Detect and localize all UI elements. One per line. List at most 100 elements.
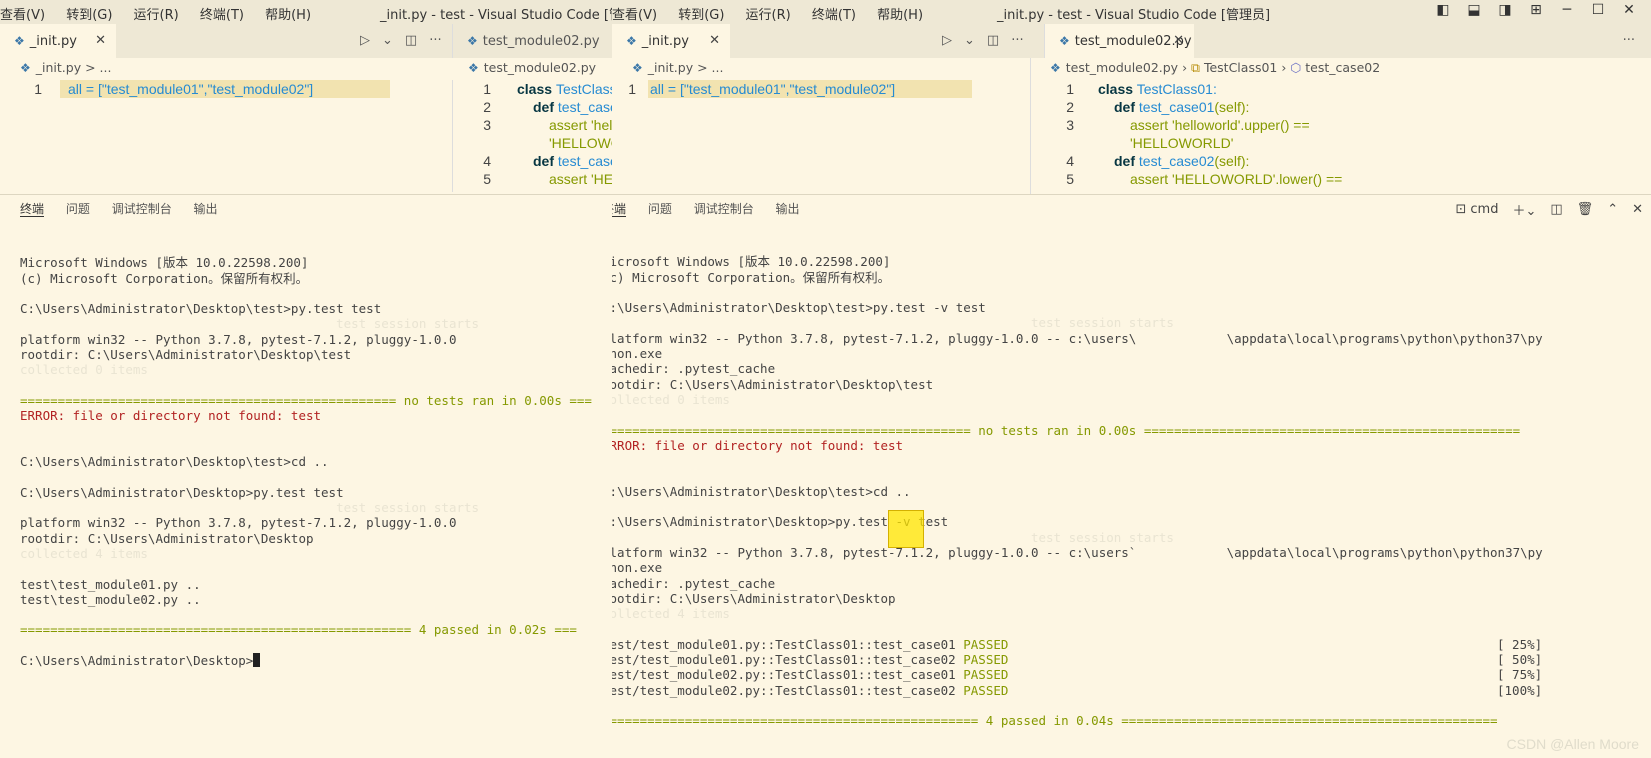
- tab-terminal[interactable]: 终端: [20, 202, 45, 217]
- breadcrumb-class[interactable]: TestClass01: [1204, 60, 1277, 75]
- toggle-secondary-sidebar-icon[interactable]: ◨: [1497, 2, 1513, 18]
- close-icon[interactable]: ✕: [95, 24, 106, 58]
- line-number: 2: [483, 99, 491, 115]
- breadcrumb-text[interactable]: _init.py > ...: [648, 60, 724, 75]
- split-editor-icon[interactable]: ◫: [405, 24, 417, 58]
- breadcrumb: ❖ _init.py > ...: [632, 58, 723, 78]
- line-number: 5: [483, 171, 491, 187]
- term-line: test\test_module01.py ..: [20, 576, 201, 592]
- menu-help[interactable]: 帮助(H): [265, 8, 311, 23]
- menu-run[interactable]: 运行(R): [746, 8, 791, 23]
- window-controls: ◧ ⬓ ◨ ⊞ ─ ☐ ✕: [1435, 2, 1637, 18]
- method-icon: ⬡: [1290, 60, 1302, 75]
- chevron-down-icon[interactable]: ⌄: [964, 24, 975, 58]
- more-actions-icon[interactable]: ···: [1011, 24, 1023, 58]
- term-line: collected 0 items: [20, 362, 148, 378]
- tab-output[interactable]: 输出: [194, 202, 218, 216]
- terminal[interactable]: Microsoft Windows [版本 10.0.22598.200] (c)…: [20, 240, 592, 699]
- test-result-row: test/test_module01.py::TestClass01::test…: [612, 636, 1543, 652]
- breadcrumb-2: ❖ test_module02.py › ⧉ TestClass01 › ⬡ te…: [1050, 58, 1380, 78]
- panel-divider[interactable]: [612, 194, 1651, 195]
- tab-terminal[interactable]: 终端: [612, 202, 627, 217]
- term-line: cachedir: .pytest_cache: [612, 361, 776, 377]
- new-terminal-icon[interactable]: ＋⌄: [1512, 200, 1536, 219]
- tab-label: test_module02.py: [482, 34, 600, 49]
- breadcrumb-text[interactable]: _init.py > ...: [36, 60, 112, 75]
- breadcrumb-method[interactable]: test_case02: [1305, 60, 1380, 75]
- menu-goto[interactable]: 转到(G): [66, 8, 112, 23]
- term-line: test session starts: [336, 500, 480, 516]
- tab-init-py[interactable]: ❖ _init.py ✕: [0, 24, 116, 58]
- python-file-icon: ❖: [467, 34, 478, 48]
- term-line: ========================================…: [20, 392, 592, 408]
- code-editor-2[interactable]: 1 class TestClass01: 2 def test_case01(s…: [1032, 80, 1632, 192]
- code-editor-2[interactable]: 1 class TestClass01: 2 def test_case01 3…: [452, 80, 612, 192]
- code-line: all = ["test_module01","test_module02"]: [650, 81, 896, 97]
- term-line: [20, 607, 592, 622]
- maximize-icon[interactable]: ☐: [1590, 2, 1606, 18]
- breadcrumb-separator: ›: [1182, 60, 1192, 75]
- tab-problems[interactable]: 问题: [66, 202, 90, 216]
- menu-terminal[interactable]: 终端(T): [812, 8, 856, 23]
- close-panel-icon[interactable]: ✕: [1632, 202, 1643, 217]
- breadcrumb-2: ❖ test_module02.py: [468, 58, 596, 78]
- breadcrumb-file[interactable]: test_module02.py: [1066, 60, 1178, 75]
- editor-group-divider: [1030, 58, 1031, 194]
- menu-view[interactable]: 查看(V): [0, 8, 45, 23]
- tab-debug-console[interactable]: 调试控制台: [112, 202, 172, 216]
- term-line: [20, 561, 592, 576]
- menu-terminal[interactable]: 终端(T): [200, 8, 244, 23]
- term-line: C:\Users\Administrator\Desktop\test>cd .…: [20, 454, 329, 470]
- minimize-icon[interactable]: ─: [1559, 2, 1575, 18]
- terminal-cursor: [253, 653, 261, 668]
- term-line: ========================================…: [20, 622, 577, 638]
- customize-layout-icon[interactable]: ⊞: [1528, 2, 1544, 18]
- toggle-sidebar-icon[interactable]: ◧: [1435, 2, 1451, 18]
- tab-problems[interactable]: 问题: [648, 202, 672, 216]
- run-icon[interactable]: ▷: [942, 24, 952, 58]
- python-file-icon: ❖: [468, 61, 479, 75]
- run-icon[interactable]: ▷: [360, 24, 370, 58]
- term-line: [612, 499, 1642, 514]
- term-line: ========================================…: [612, 422, 1521, 438]
- menu-run[interactable]: 运行(R): [134, 8, 179, 23]
- tab-output[interactable]: 输出: [776, 202, 800, 216]
- close-icon[interactable]: ✕: [1173, 24, 1184, 58]
- term-line: [612, 698, 1642, 713]
- tab-debug-console[interactable]: 调试控制台: [694, 202, 754, 216]
- breadcrumb-text[interactable]: test_module02.py: [484, 60, 596, 75]
- trash-icon[interactable]: 🗑: [1577, 202, 1594, 217]
- term-line: platform win32 -- Python 3.7.8, pytest-7…: [612, 330, 1543, 346]
- tab-init-py[interactable]: ❖ _init.py ✕: [612, 24, 730, 58]
- tab-test-module02[interactable]: ❖ test_module02.py ✕: [1044, 24, 1194, 58]
- menu-bar: 查看(V) 转到(G) 运行(R) 终端(T) 帮助(H): [0, 4, 328, 23]
- terminal[interactable]: Microsoft Windows [版本 10.0.22598.200] (c)…: [612, 239, 1642, 758]
- more-actions-icon[interactable]: ···: [429, 24, 441, 58]
- term-line: cachedir: .pytest_cache: [612, 575, 776, 591]
- more-actions-icon[interactable]: ···: [1623, 24, 1635, 58]
- code-line: assert 'helloworld'.upper() ==: [1130, 117, 1310, 133]
- editor-actions: ▷ ⌄ ◫ ···: [942, 24, 1024, 58]
- term-line: collected 4 items: [20, 545, 148, 561]
- menu-view[interactable]: 查看(V): [612, 8, 657, 23]
- python-file-icon: ❖: [14, 34, 25, 48]
- panel-divider[interactable]: [0, 194, 612, 195]
- code-line: def test_case01: [533, 99, 612, 115]
- line-number: 2: [1066, 99, 1074, 115]
- close-window-icon[interactable]: ✕: [1621, 2, 1637, 18]
- shell-name[interactable]: cmd: [1470, 202, 1498, 217]
- split-terminal-icon[interactable]: ◫: [1550, 202, 1562, 217]
- split-editor-icon[interactable]: ◫: [987, 24, 999, 58]
- term-line: C:\Users\Administrator\Desktop>py.test t…: [20, 484, 344, 500]
- close-icon[interactable]: ✕: [709, 24, 720, 58]
- code-line: def test_case02(self):: [1114, 153, 1250, 169]
- menu-goto[interactable]: 转到(G): [678, 8, 724, 23]
- line-number: 1: [34, 81, 42, 97]
- maximize-panel-icon[interactable]: ⌃: [1607, 202, 1618, 217]
- python-file-icon: ❖: [20, 61, 31, 75]
- chevron-down-icon[interactable]: ⌄: [382, 24, 393, 58]
- menu-help[interactable]: 帮助(H): [877, 8, 923, 23]
- tab-test-module02[interactable]: ❖ test_module02.py: [452, 24, 612, 58]
- toggle-panel-icon[interactable]: ⬓: [1466, 2, 1482, 18]
- breadcrumb-separator: ›: [1281, 60, 1291, 75]
